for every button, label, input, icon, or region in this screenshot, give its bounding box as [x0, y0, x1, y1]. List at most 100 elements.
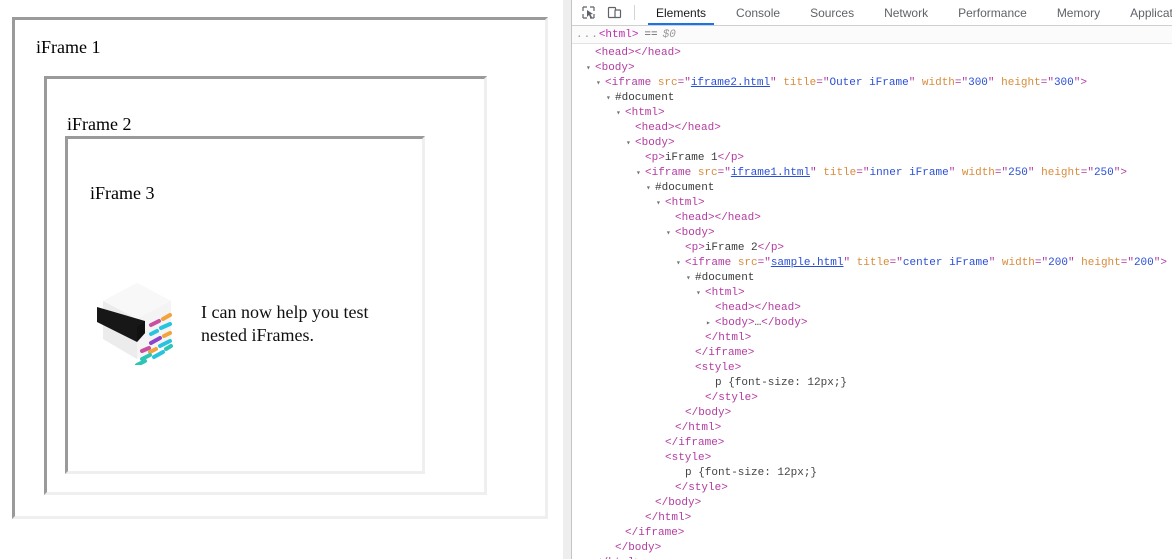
tab-performance[interactable]: Performance	[943, 0, 1042, 25]
dom-row[interactable]: </html>	[572, 421, 1172, 436]
tab-sources[interactable]: Sources	[795, 0, 869, 25]
chevron-down-icon[interactable]: ▾	[636, 166, 645, 181]
page-right-gutter	[563, 0, 571, 559]
dom-token: ="	[1034, 257, 1049, 269]
dom-row[interactable]: <style>	[572, 451, 1172, 466]
dom-row[interactable]: ▾ <body>	[572, 226, 1172, 241]
breadcrumb-ellipsis[interactable]: ...	[576, 29, 599, 41]
toolbar-divider	[634, 5, 635, 20]
tab-memory[interactable]: Memory	[1042, 0, 1115, 25]
tab-network[interactable]: Network	[869, 0, 943, 25]
dom-token: <p>	[685, 242, 705, 254]
dom-row[interactable]: <head></head>	[572, 211, 1172, 226]
page-preview-pane: iFrame 1 iFrame 2 iFrame 3 I can now hel…	[0, 0, 571, 559]
dom-row[interactable]: ▾ #document	[572, 181, 1172, 196]
dom-row[interactable]: p {font-size: 12px;}	[572, 466, 1172, 481]
dom-token: ="	[757, 257, 771, 269]
dom-row[interactable]: </html>	[572, 331, 1172, 346]
dom-token: ">	[1153, 257, 1167, 269]
tab-console[interactable]: Console	[721, 0, 795, 25]
dom-tree-view[interactable]: <head></head> ▾ <body> ▾ <iframe src =" iframe…	[572, 44, 1172, 559]
chevron-down-icon[interactable]: ▾	[656, 196, 665, 211]
source-link[interactable]: iframe1.html	[731, 166, 810, 181]
source-link[interactable]: iframe2.html	[691, 76, 770, 91]
dom-row[interactable]: </body>	[572, 406, 1172, 421]
dom-token: ="	[1120, 257, 1134, 269]
source-link[interactable]: sample.html	[771, 256, 844, 271]
chevron-down-icon[interactable]: ▾	[596, 76, 605, 91]
chevron-down-icon[interactable]: ▾	[626, 136, 635, 151]
iframe-3-content: I can now help you test nested iFrames.	[93, 277, 416, 365]
dom-token: ="	[717, 167, 731, 179]
dom-row[interactable]: ▾ <body>	[572, 136, 1172, 151]
dom-row[interactable]: <p> iFrame 2 </p>	[572, 241, 1172, 256]
cube-logo-icon	[93, 277, 181, 365]
dom-token: ">	[1073, 77, 1087, 89]
dom-token: <body>	[715, 317, 755, 329]
dom-row[interactable]: ▾ <html>	[572, 196, 1172, 211]
tab-application[interactable]: Application	[1115, 0, 1172, 25]
chevron-down-icon[interactable]: ▾	[696, 286, 705, 301]
dom-row[interactable]: ▾ #document	[572, 91, 1172, 106]
dom-row[interactable]: </iframe>	[572, 526, 1172, 541]
dom-row[interactable]: ▾ #document	[572, 271, 1172, 286]
tab-elements[interactable]: Elements	[641, 0, 721, 25]
dom-row[interactable]: </iframe>	[572, 436, 1172, 451]
dom-row[interactable]: </body>	[572, 541, 1172, 556]
device-toolbar-icon[interactable]	[601, 0, 627, 25]
chevron-down-icon[interactable]: ▾	[586, 61, 595, 76]
dom-token: </body>	[761, 317, 808, 329]
breadcrumb-html-tag[interactable]: <html>	[599, 29, 639, 41]
chevron-down-icon[interactable]: ▾	[616, 106, 625, 121]
dom-token: <p>	[645, 152, 665, 164]
dom-token: </iframe>	[665, 437, 725, 449]
dom-row[interactable]: </html>	[572, 511, 1172, 526]
dom-token: #document	[615, 92, 675, 104]
dom-token: <body>	[635, 137, 675, 149]
inspect-element-icon[interactable]	[575, 0, 601, 25]
dom-row[interactable]: <head></head>	[572, 301, 1172, 316]
dom-row[interactable]: <style>	[572, 361, 1172, 376]
dom-token: 250	[1008, 167, 1028, 179]
dom-row[interactable]: ▾ <body>	[572, 61, 1172, 76]
dom-token: 250	[1093, 167, 1114, 179]
dom-token: <head></head>	[675, 212, 761, 224]
dom-row[interactable]: <head></head>	[572, 121, 1172, 136]
dom-row[interactable]: ▾ <iframe src =" iframe1.html " title =" inner…	[572, 166, 1172, 181]
dom-token: <iframe	[645, 167, 698, 179]
dom-row[interactable]: ▾ <iframe src =" iframe2.html " title =" Outer…	[572, 76, 1172, 91]
dom-token: "	[987, 77, 1002, 89]
chevron-down-icon[interactable]: ▾	[606, 91, 615, 106]
chevron-down-icon[interactable]: ▾	[666, 226, 675, 241]
dom-token: iFrame 1	[664, 152, 718, 164]
chevron-right-icon[interactable]: ▸	[706, 316, 715, 331]
chevron-down-icon[interactable]: ▾	[646, 181, 655, 196]
dom-row[interactable]: ▸ <body>… </body>	[572, 316, 1172, 331]
dom-row[interactable]: </style>	[572, 481, 1172, 496]
dom-row[interactable]: </iframe>	[572, 346, 1172, 361]
dom-token: <head></head>	[715, 302, 801, 314]
dom-row[interactable]: <head></head>	[572, 46, 1172, 61]
chevron-down-icon[interactable]: ▾	[686, 271, 695, 286]
chevron-down-icon[interactable]: ▾	[676, 256, 685, 271]
dom-token: ="	[994, 167, 1009, 179]
dom-row[interactable]: ▾ <html>	[572, 286, 1172, 301]
dom-row[interactable]: p {font-size: 12px;}	[572, 376, 1172, 391]
iframe-1-label: iFrame 1	[36, 37, 101, 57]
dom-token: height	[1081, 257, 1121, 269]
dom-token: <body>	[675, 227, 715, 239]
dom-row[interactable]: </body>	[572, 496, 1172, 511]
dom-row[interactable]: ▾ <iframe src =" sample.html " title =" center…	[572, 256, 1172, 271]
dom-row[interactable]: ▾ <html>	[572, 106, 1172, 121]
dom-token: width	[921, 77, 955, 89]
dom-row[interactable]: <p> iFrame 1 </p>	[572, 151, 1172, 166]
dom-row[interactable]: </style>	[572, 391, 1172, 406]
